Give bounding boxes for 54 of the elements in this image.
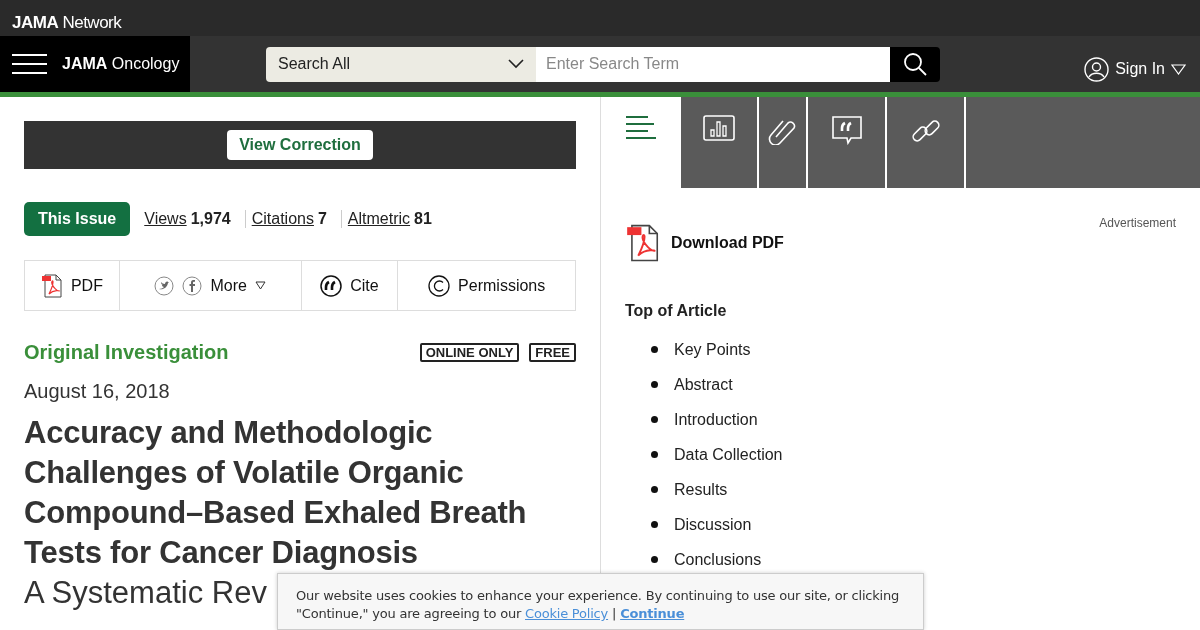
view-correction-button[interactable]: View Correction — [227, 130, 373, 160]
outline-icon — [625, 115, 657, 139]
advertisement-label: Advertisement — [1099, 216, 1176, 232]
bar-chart-icon — [703, 115, 735, 141]
network-logo[interactable]: JAMA Network — [12, 13, 122, 33]
search-icon — [903, 52, 927, 76]
twitter-icon[interactable] — [154, 275, 175, 296]
caret-icon — [254, 281, 266, 290]
metric-value: 1,974 — [190, 210, 231, 228]
toc-link[interactable]: Introduction — [674, 410, 758, 429]
bullet-icon — [651, 451, 658, 458]
search-field[interactable]: Enter Search Term — [536, 46, 890, 82]
access-badge: ONLINE ONLY — [419, 343, 520, 362]
article-type[interactable]: Original Investigation — [24, 341, 410, 364]
article-title: Accuracy and Methodologic Challenges of Volatile Organic Compound–Based Exhaled Breath Tests for Cancer Diagnosis — [24, 414, 528, 572]
sidebar-tab[interactable] — [601, 97, 681, 188]
metric-value: 81 — [414, 210, 432, 228]
this-issue-button[interactable]: This Issue — [24, 202, 131, 236]
bullet-icon — [651, 416, 658, 423]
metric-link[interactable]: Citations — [251, 210, 314, 228]
bullet-icon — [651, 556, 658, 563]
toc-heading: Top of Article — [625, 302, 728, 320]
publication-date: August 16, 2018 — [24, 380, 171, 403]
caret-icon[interactable] — [1171, 63, 1186, 75]
quote-icon — [320, 274, 343, 297]
metric-value: 7 — [317, 210, 327, 228]
comment-icon — [830, 115, 863, 145]
search-scope-dropdown[interactable]: Search All — [266, 46, 536, 82]
bullet-icon — [651, 346, 658, 353]
sign-in-link[interactable]: Sign In — [1115, 60, 1165, 78]
metric-link[interactable]: Views — [144, 210, 187, 228]
toc-link[interactable]: Key Points — [674, 340, 751, 359]
toc-link[interactable]: Conclusions — [674, 550, 762, 569]
search-button[interactable] — [890, 46, 940, 82]
download-pdf-button[interactable]: Download PDF — [625, 224, 784, 262]
bullet-icon — [651, 521, 658, 528]
chevron-icon — [508, 59, 524, 69]
pdf-file-icon — [625, 224, 661, 262]
copyright-icon — [428, 274, 451, 297]
bullet-icon — [651, 381, 658, 388]
toc-link[interactable]: Results — [674, 480, 728, 499]
user-icon[interactable] — [1084, 56, 1110, 82]
pdf-file-icon — [40, 273, 63, 298]
menu-icon[interactable] — [12, 53, 48, 75]
cookie-notice: Our website uses cookies to enhance your experience. By continuing to use our site, or clicking "Continue," you are agreeing to our Cookie Policy | Continue — [296, 587, 901, 623]
access-badge: FREE — [529, 343, 576, 362]
bullet-icon — [651, 486, 658, 493]
toc-link[interactable]: Abstract — [674, 375, 733, 394]
article-subtitle: A Systematic Rev — [24, 574, 267, 612]
toc-link[interactable]: Discussion — [674, 515, 752, 534]
journal-logo[interactable]: JAMA Oncology — [62, 55, 180, 73]
toc-link[interactable]: Data Collection — [674, 445, 783, 464]
facebook-icon[interactable] — [182, 275, 203, 296]
metric-link[interactable]: Altmetric — [347, 210, 411, 228]
